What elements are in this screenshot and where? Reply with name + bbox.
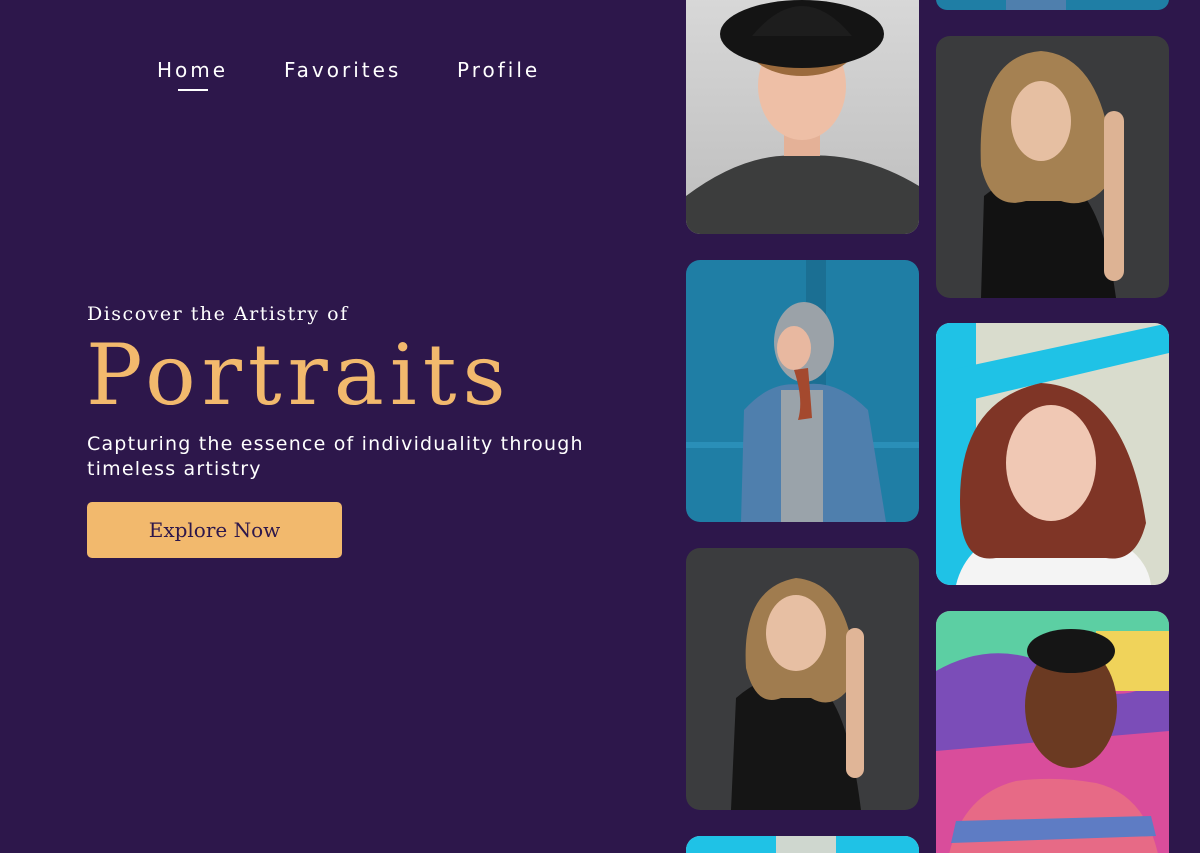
- portrait-card-graffiti-man[interactable]: [936, 611, 1169, 853]
- hero-title: Portraits: [86, 326, 512, 424]
- nav-favorites-link[interactable]: Favorites: [284, 58, 401, 82]
- nav-home-link[interactable]: Home: [157, 58, 228, 82]
- hero-eyebrow: Discover the Artistry of: [87, 303, 349, 325]
- hero-description: Capturing the essence of individuality t…: [87, 433, 584, 480]
- portrait-card-wavy-woman[interactable]: [686, 548, 919, 810]
- portrait-card-hoodie-woman[interactable]: [686, 260, 919, 522]
- main-nav: Home Favorites Profile: [0, 58, 686, 98]
- portrait-card-long-hair-woman[interactable]: [936, 36, 1169, 298]
- portrait-photo: [936, 0, 1169, 10]
- explore-now-button[interactable]: Explore Now: [87, 502, 342, 558]
- portrait-photo: [686, 836, 919, 853]
- portrait-photo: [936, 323, 1169, 585]
- portrait-photo: [686, 548, 919, 810]
- portrait-card-redhead-woman[interactable]: [936, 323, 1169, 585]
- portrait-photo: [936, 611, 1169, 853]
- portrait-photo: [686, 260, 919, 522]
- portrait-card-partial-top[interactable]: [936, 0, 1169, 10]
- portrait-photo: [936, 36, 1169, 298]
- portrait-card-partial-bottom[interactable]: [686, 836, 919, 853]
- portrait-card-hat-man[interactable]: [686, 0, 919, 234]
- portrait-gallery: [686, 0, 1200, 853]
- nav-profile-link[interactable]: Profile: [457, 58, 540, 82]
- portrait-photo: [686, 0, 919, 234]
